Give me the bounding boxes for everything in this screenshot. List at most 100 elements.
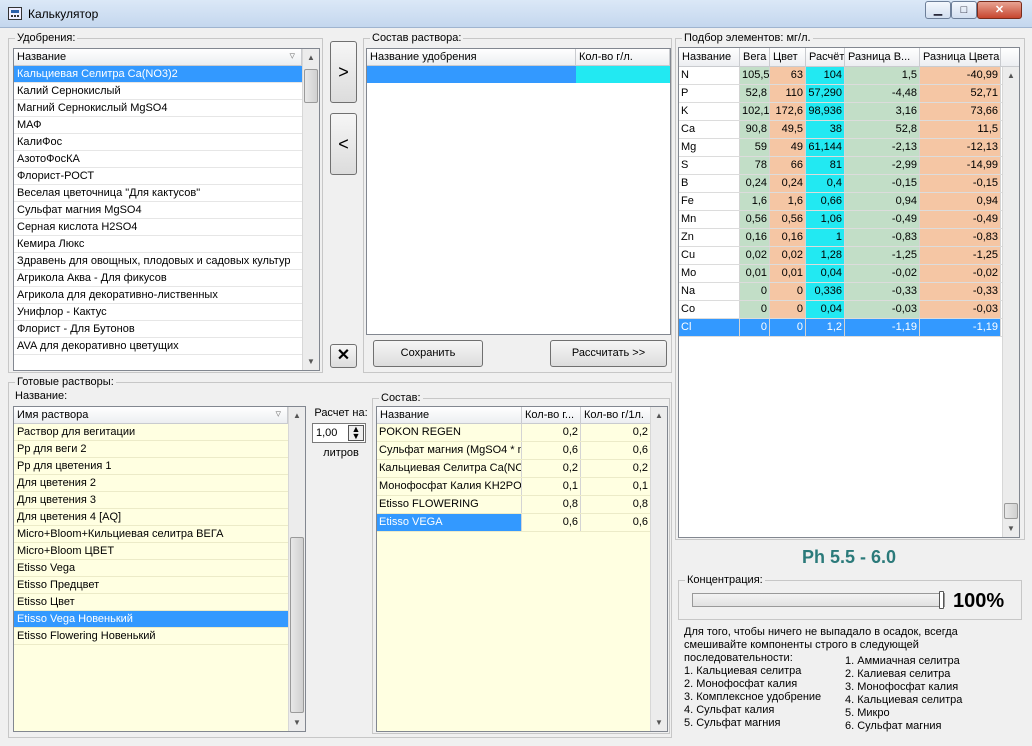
calculate-button[interactable]: Рассчитать >> [550,340,667,367]
element-row[interactable]: P 52,8 110 57,290 -4,48 52,71 [679,85,1019,103]
delete-button[interactable]: ✕ [330,344,357,368]
elements-table[interactable]: Название Вега Цвет Расчёт Разница В... Р… [678,47,1020,538]
fertilizer-item[interactable]: Флорист-РОСТ [14,168,302,185]
element-row[interactable]: Fe 1,6 1,6 0,66 0,94 0,94 [679,193,1019,211]
solution-list[interactable]: Название удобрения Кол-во г/л. [366,48,671,335]
solution-item[interactable]: Etisso Предцвет [14,577,288,594]
el-header-diff-vega[interactable]: Разница В... [845,48,920,66]
scroll-thumb[interactable] [290,537,304,713]
el-header-name[interactable]: Название [679,48,740,66]
element-row[interactable]: Cu 0,02 0,02 1,28 -1,25 -1,25 [679,247,1019,265]
add-to-solution-button[interactable]: > [330,41,357,103]
ready-scrollbar[interactable]: ▲ ▼ [288,407,305,731]
ready-name-header[interactable]: Имя раствора ▿ [14,407,288,423]
scroll-up-icon[interactable]: ▲ [1003,67,1019,84]
composition-row[interactable]: Монофосфат Калия KH2PO4 0,1 0,1 [377,478,667,496]
fertilizer-item[interactable]: Кальциевая Селитра Ca(NO3)2 [14,66,302,83]
solution-item[interactable]: Etisso Vega Новенький [14,611,288,628]
fertilizers-list[interactable]: Название ▿ Кальциевая Селитра Ca(NO3)2 Ка… [13,48,320,371]
liters-value[interactable]: 1,00 [316,427,337,439]
ready-solutions-list[interactable]: Имя раствора ▿ Раствор для вегитации Рр д… [13,406,306,732]
fertilizer-item[interactable]: Кемира Люкс [14,236,302,253]
element-row[interactable]: N 105,5 63 104 1,5 -40,99 [679,67,1019,85]
elements-scrollbar[interactable]: ▲ ▼ [1002,67,1019,537]
fertilizer-item[interactable]: Сульфат магния MgSO4 [14,202,302,219]
element-row[interactable]: Mn 0,56 0,56 1,06 -0,49 -0,49 [679,211,1019,229]
fertilizer-item[interactable]: AVA для декоративно цветущих [14,338,302,355]
comp-header-qty-per-l[interactable]: Кол-во г/1л. [581,407,651,423]
solution-item[interactable]: Для цветения 3 [14,492,288,509]
solution-item[interactable]: Micro+Bloom+Кильциевая селитра ВЕГА [14,526,288,543]
element-row[interactable]: Na 0 0 0,336 -0,33 -0,33 [679,283,1019,301]
el-vega-cell: 0,01 [740,265,770,282]
fertilizer-item[interactable]: МАФ [14,117,302,134]
composition-row[interactable]: POKON REGEN 0,2 0,2 [377,424,667,442]
element-row[interactable]: S 78 66 81 -2,99 -14,99 [679,157,1019,175]
element-row[interactable]: Ca 90,8 49,5 38 52,8 11,5 [679,121,1019,139]
el-header-calc[interactable]: Расчёт [806,48,845,66]
composition-row[interactable]: Etisso FLOWERING 0,8 0,8 [377,496,667,514]
element-row[interactable]: Mg 59 49 61,144 -2,13 -12,13 [679,139,1019,157]
composition-row[interactable]: Сульфат магния (MgSO4 * n 0,6 0,6 [377,442,667,460]
close-button[interactable]: ✕ [977,1,1022,19]
solution-qty-header[interactable]: Кол-во г/л. [576,49,670,65]
solution-empty-row[interactable] [367,66,670,83]
fertilizer-item[interactable]: Агрикола Аква - Для фикусов [14,270,302,287]
composition-row[interactable]: Кальциевая Селитра Ca(NO 0,2 0,2 [377,460,667,478]
scroll-down-icon[interactable]: ▼ [1003,520,1019,537]
maximize-button[interactable]: □ [951,1,977,19]
comp-header-name[interactable]: Название [377,407,522,423]
solution-item[interactable]: Micro+Bloom ЦВЕТ [14,543,288,560]
save-button[interactable]: Сохранить [373,340,483,367]
scroll-down-icon[interactable]: ▼ [303,353,319,370]
solution-item[interactable]: Для цветения 2 [14,475,288,492]
minimize-button[interactable]: ▁ [925,1,951,19]
solution-item[interactable]: Рр для цветения 1 [14,458,288,475]
solution-name-header[interactable]: Название удобрения [367,49,576,65]
el-header-color[interactable]: Цвет [770,48,806,66]
solution-item[interactable]: Etisso Цвет [14,594,288,611]
slider-handle[interactable] [939,591,944,609]
scroll-down-icon[interactable]: ▼ [289,714,305,731]
solution-item[interactable]: Рр для веги 2 [14,441,288,458]
fertilizer-item[interactable]: Веселая цветочница "Для кактусов" [14,185,302,202]
scroll-up-icon[interactable]: ▲ [289,407,305,424]
composition-row[interactable]: Etisso VEGA 0,6 0,6 [377,514,667,532]
fertilizer-item[interactable]: Калий Сернокислый [14,83,302,100]
liters-stepper[interactable]: 1,00 ▲ ▼ [312,423,366,443]
fertilizer-item[interactable]: Унифлор - Кактус [14,304,302,321]
fertilizer-item[interactable]: Магний Сернокислый MgSO4 [14,100,302,117]
fertilizer-item[interactable]: КалиФос [14,134,302,151]
el-header-vega[interactable]: Вега [740,48,770,66]
fertilizers-scrollbar[interactable]: ▲ ▼ [302,49,319,370]
comp-header-qty[interactable]: Кол-во г... [522,407,581,423]
element-row[interactable]: B 0,24 0,24 0,4 -0,15 -0,15 [679,175,1019,193]
scroll-up-icon[interactable]: ▲ [303,49,319,66]
element-row[interactable]: Mo 0,01 0,01 0,04 -0,02 -0,02 [679,265,1019,283]
fertilizer-item[interactable]: Агрикола для декоративно-лиственных [14,287,302,304]
spin-arrows-icon[interactable]: ▲ ▼ [348,425,364,441]
fertilizer-item[interactable]: Здравень для овощных, плодовых и садовых… [14,253,302,270]
scroll-thumb[interactable] [304,69,318,103]
solution-item[interactable]: Для цветения 4 [AQ] [14,509,288,526]
composition-table[interactable]: Название Кол-во г... Кол-во г/1л. POKON … [376,406,668,732]
fertilizer-item[interactable]: Серная кислота H2SO4 [14,219,302,236]
scroll-down-icon[interactable]: ▼ [651,714,667,731]
calc-per-label: Расчет на: [314,407,368,419]
solution-item[interactable]: Etisso Vega [14,560,288,577]
element-row[interactable]: Co 0 0 0,04 -0,03 -0,03 [679,301,1019,319]
solution-item[interactable]: Etisso Flowering Новенький [14,628,288,645]
element-row[interactable]: Cl 0 0 1,2 -1,19 -1,19 [679,319,1019,337]
scroll-thumb[interactable] [1004,503,1018,519]
remove-from-solution-button[interactable]: < [330,113,357,175]
fertilizers-name-header[interactable]: Название ▿ [14,49,302,65]
fertilizer-item[interactable]: АзотоФосКА [14,151,302,168]
scroll-up-icon[interactable]: ▲ [651,407,667,424]
composition-scrollbar[interactable]: ▲ ▼ [650,407,667,731]
fertilizer-item[interactable]: Флорист - Для Бутонов [14,321,302,338]
element-row[interactable]: K 102,1 172,6 98,936 3,16 73,66 [679,103,1019,121]
concentration-slider[interactable] [692,591,945,609]
element-row[interactable]: Zn 0,16 0,16 1 -0,83 -0,83 [679,229,1019,247]
el-header-diff-color[interactable]: Разница Цвета [920,48,1001,66]
solution-item[interactable]: Раствор для вегитации [14,424,288,441]
